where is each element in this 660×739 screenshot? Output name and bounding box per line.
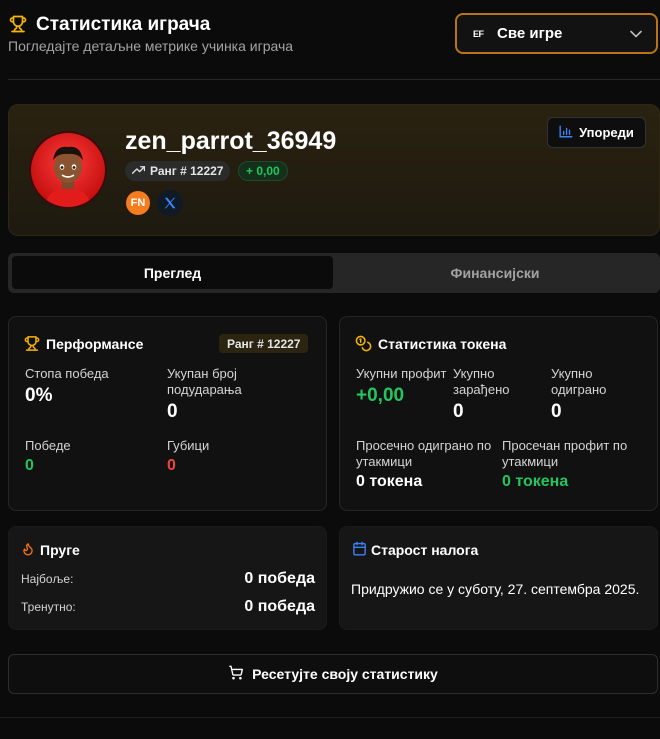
reset-stats-button[interactable]: Ресетујте своју статистику <box>8 654 658 694</box>
rank-text: Ранг # 12227 <box>150 164 224 178</box>
page-subtitle: Погледајте детаљне метрике учинка играча <box>8 38 294 54</box>
compare-button[interactable]: Упореди <box>547 117 646 148</box>
account-age-title: Старост налога <box>371 542 479 558</box>
trophy-icon <box>24 335 40 357</box>
total-profit-label: Укупни профит <box>356 366 447 381</box>
footer-divider <box>0 717 660 718</box>
avg-played-label: Просечно одиграно по утакмици <box>356 438 492 469</box>
total-earned-value: 0 <box>453 401 464 422</box>
header-divider <box>8 79 660 80</box>
total-earned-label: Укупно зарађено <box>453 366 510 397</box>
coins-icon <box>355 335 372 357</box>
compare-label: Упореди <box>579 125 634 140</box>
page-title: Статистика играча <box>36 14 211 35</box>
chevron-down-icon <box>630 25 642 43</box>
avg-played-value: 0 токена <box>356 473 423 490</box>
total-played-value: 0 <box>551 401 562 422</box>
cart-icon <box>228 665 244 683</box>
rank-badge: Ранг # 12227 <box>219 334 309 353</box>
avatar <box>29 131 107 209</box>
win-rate-value: 0% <box>25 385 53 406</box>
username: zen_parrot_36949 <box>125 127 337 155</box>
current-streak-value: 0 победа <box>244 598 315 615</box>
bar-chart-icon <box>559 125 573 141</box>
best-streak-label: Најбоље: <box>21 572 74 586</box>
join-date-text: Придружио се у суботу, 27. септембра 202… <box>351 581 640 597</box>
avg-profit-value: 0 токена <box>502 473 569 490</box>
reset-stats-label: Ресетујте своју статистику <box>252 666 438 682</box>
profit-badge: + 0,00 <box>238 161 288 181</box>
performance-title: Перформансе <box>46 336 144 352</box>
total-played-label: Укупно одиграно <box>551 366 607 397</box>
rank-pill: Ранг # 12227 <box>125 161 231 181</box>
tab-financial[interactable]: Финансијски <box>334 256 656 289</box>
wins-value: 0 <box>25 457 34 474</box>
losses-value: 0 <box>167 457 176 474</box>
win-rate-label: Стопа победа <box>25 366 109 381</box>
total-matches-label: Укупан број подударања <box>167 366 242 397</box>
tab-overview[interactable]: Преглед <box>12 256 333 289</box>
token-stats-title: Статистика токена <box>378 336 507 352</box>
losses-label: Губици <box>167 438 210 453</box>
fn-social-icon[interactable]: FN <box>126 191 150 215</box>
streaks-title: Пруге <box>40 542 80 558</box>
current-streak-label: Тренутно: <box>21 600 76 614</box>
trending-up-icon <box>131 164 146 178</box>
avg-profit-label: Просечан профит по утакмици <box>502 438 628 469</box>
total-matches-value: 0 <box>167 401 178 422</box>
game-select-value: Све игре <box>497 25 563 42</box>
wins-label: Победе <box>25 438 71 453</box>
calendar-icon <box>352 541 367 561</box>
flame-icon <box>21 541 35 562</box>
game-logo-icon: EF <box>473 28 484 39</box>
best-streak-value: 0 победа <box>244 570 315 587</box>
x-logo-icon[interactable] <box>157 190 183 216</box>
total-profit-value: +0,00 <box>356 385 405 406</box>
trophy-icon <box>9 14 27 34</box>
game-select[interactable]: EF Све игре <box>455 13 658 54</box>
